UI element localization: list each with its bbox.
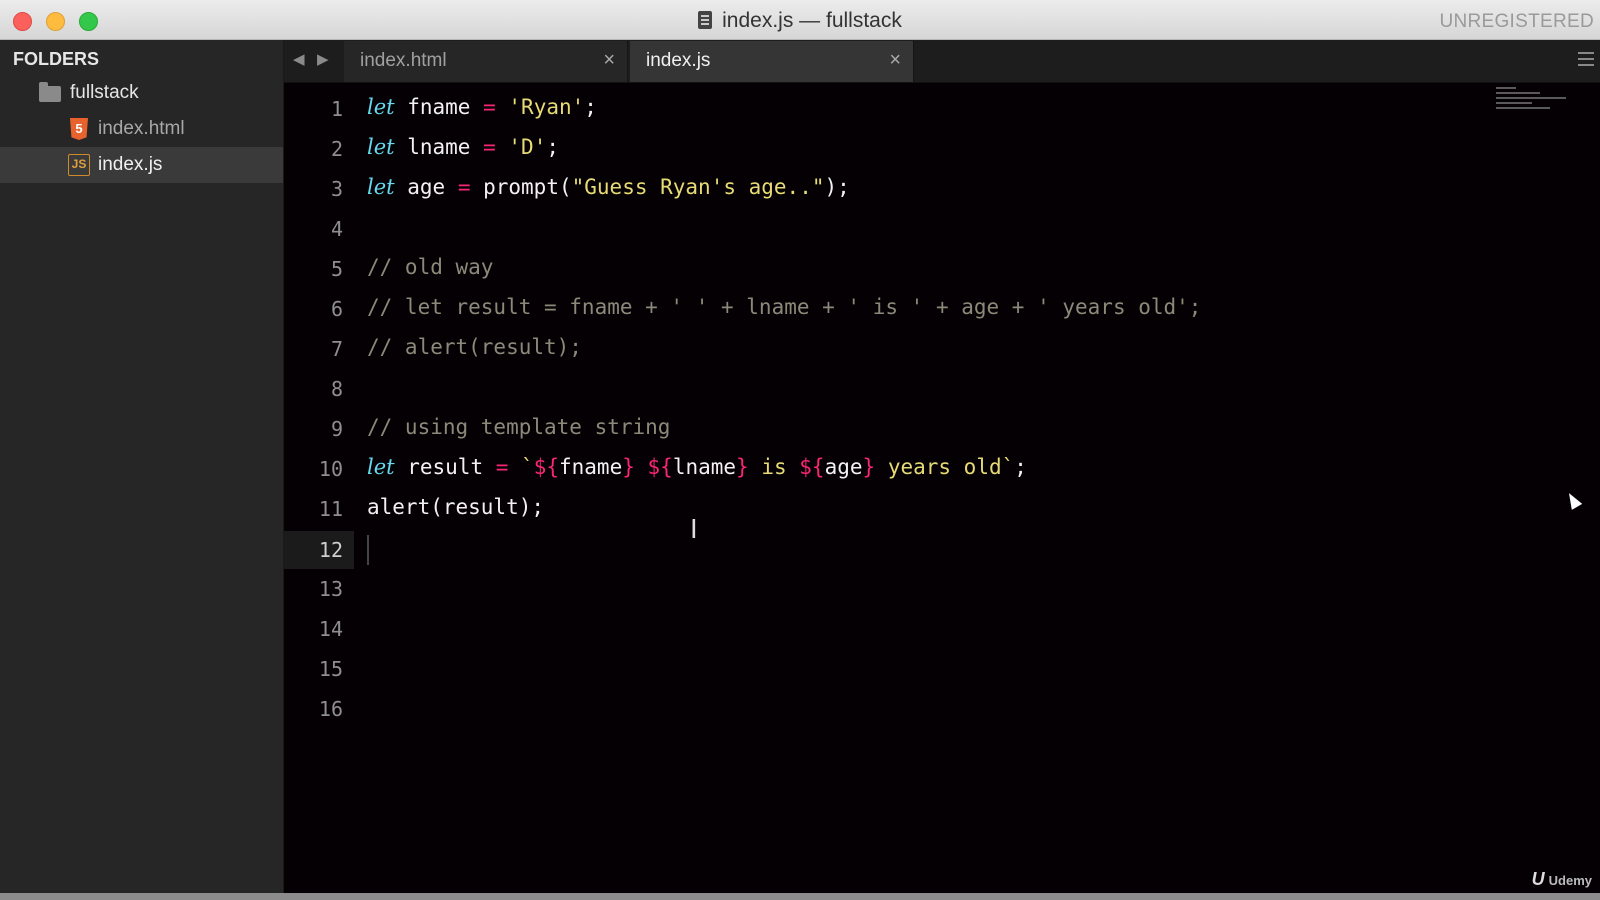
string-literal: 'Ryan' <box>495 95 585 119</box>
keyword: let <box>367 175 395 199</box>
template-text <box>635 455 648 479</box>
line-number: 6 <box>330 297 343 321</box>
line-number: 2 <box>330 137 343 161</box>
line-number: 11 <box>318 497 343 521</box>
template-var: fname <box>559 455 623 479</box>
line-number: 5 <box>330 257 343 281</box>
line-number: 14 <box>318 617 343 641</box>
line-number: 13 <box>318 577 343 601</box>
sidebar-folder-fullstack[interactable]: fullstack <box>0 75 283 111</box>
template-open: ${ <box>647 455 673 479</box>
udemy-logo-icon: U <box>1531 869 1545 889</box>
udemy-watermark: U Udemy <box>1532 869 1592 890</box>
keyword: let <box>367 95 395 119</box>
line-number: 10 <box>318 457 343 481</box>
identifier: result <box>394 455 496 479</box>
identifier: lname <box>394 135 484 159</box>
line-number: 8 <box>330 377 343 401</box>
title-bar: index.js — fullstack UNREGISTERED <box>0 0 1600 40</box>
line-number-current: 12 <box>284 531 354 569</box>
sidebar-file-index-html[interactable]: 5 index.html <box>0 111 283 147</box>
tab-label: index.js <box>646 50 711 71</box>
identifier: fname <box>394 95 484 119</box>
code-line-7-comment: // alert(result); <box>367 335 582 359</box>
sidebar-file-index-js[interactable]: JS index.js <box>0 147 283 183</box>
document-icon <box>698 11 713 29</box>
line-number: 4 <box>330 217 343 241</box>
keyword: let <box>367 135 395 159</box>
code-line-3: let age = prompt("Guess Ryan's age.."); <box>367 175 850 199</box>
template-close: } <box>862 455 876 479</box>
html5-icon: 5 <box>70 118 88 140</box>
identifier: age <box>394 175 458 199</box>
punctuation: ; <box>546 135 559 159</box>
line-number: 1 <box>330 97 343 121</box>
line-number: 3 <box>330 177 343 201</box>
template-close: } <box>736 455 749 479</box>
operator: = <box>495 455 509 479</box>
window-title-text: index.js — fullstack <box>722 9 902 32</box>
udemy-text: Udemy <box>1548 873 1592 888</box>
string-literal: "Guess Ryan's age.." <box>571 175 825 199</box>
punctuation: ; <box>584 95 597 119</box>
template-open: ${ <box>799 455 825 479</box>
forward-arrow-icon[interactable]: ▶ <box>317 50 329 68</box>
tab-index-html[interactable]: index.html × <box>344 41 628 82</box>
code-line-5-comment: // old way <box>367 255 494 279</box>
code-line-10: let result = `${fname} ${lname} is ${age… <box>367 455 1027 479</box>
function-call: prompt( <box>470 175 572 199</box>
code-line-6-comment: // let result = fname + ' ' + lname + ' … <box>367 295 1202 319</box>
js-file-icon: JS <box>68 154 90 176</box>
ibeam-cursor-icon: I <box>690 515 698 545</box>
file-label: index.html <box>98 118 185 139</box>
line-number: 16 <box>318 697 343 721</box>
template-close: } <box>622 455 635 479</box>
close-tab-icon[interactable]: × <box>603 49 615 72</box>
code-editor[interactable]: 1 2 3 4 5 6 7 8 9 10 11 12 13 14 15 16 l… <box>284 83 1600 893</box>
back-arrow-icon[interactable]: ◀ <box>293 50 305 68</box>
tab-label: index.html <box>360 50 447 71</box>
line-number-gutter: 1 2 3 4 5 6 7 8 9 10 11 12 13 14 15 16 <box>284 83 354 893</box>
folder-label: fullstack <box>70 82 139 103</box>
template-open: ${ <box>533 455 559 479</box>
tab-index-js[interactable]: index.js × <box>630 41 914 82</box>
folders-header: FOLDERS <box>13 49 100 69</box>
template-text: years old` <box>875 455 1015 479</box>
line-number: 7 <box>330 337 343 361</box>
punctuation: ; <box>1014 455 1027 479</box>
template-backtick: ` <box>508 455 534 479</box>
line-number: 9 <box>330 417 343 441</box>
punctuation: ); <box>824 175 850 199</box>
code-line-1: let fname = 'Ryan'; <box>367 95 597 119</box>
file-label: index.js <box>98 154 163 175</box>
minimap[interactable] <box>1496 87 1576 127</box>
window-title: index.js — fullstack <box>0 9 1600 33</box>
code-line-2: let lname = 'D'; <box>367 135 559 159</box>
string-literal: 'D' <box>495 135 547 159</box>
folder-icon <box>39 82 61 102</box>
unregistered-label: UNREGISTERED <box>1439 11 1594 32</box>
code-line-9-comment: // using template string <box>367 415 671 439</box>
line-number: 15 <box>318 657 343 681</box>
sidebar: FOLDERS fullstack 5 index.html JS index.… <box>0 40 284 893</box>
keyword: let <box>367 455 395 479</box>
operator: = <box>457 175 471 199</box>
template-text: is <box>748 455 800 479</box>
operator: = <box>483 135 496 159</box>
text-caret <box>367 535 369 565</box>
close-tab-icon[interactable]: × <box>889 49 901 72</box>
tab-bar: ◀ ▶ index.html × index.js × <box>284 40 1600 83</box>
operator: = <box>483 95 496 119</box>
template-var: age <box>824 455 863 479</box>
code-line-11: alert(result); <box>367 495 545 519</box>
template-var: lname <box>672 455 737 479</box>
status-bar <box>0 893 1600 900</box>
menu-icon[interactable] <box>1578 52 1594 66</box>
